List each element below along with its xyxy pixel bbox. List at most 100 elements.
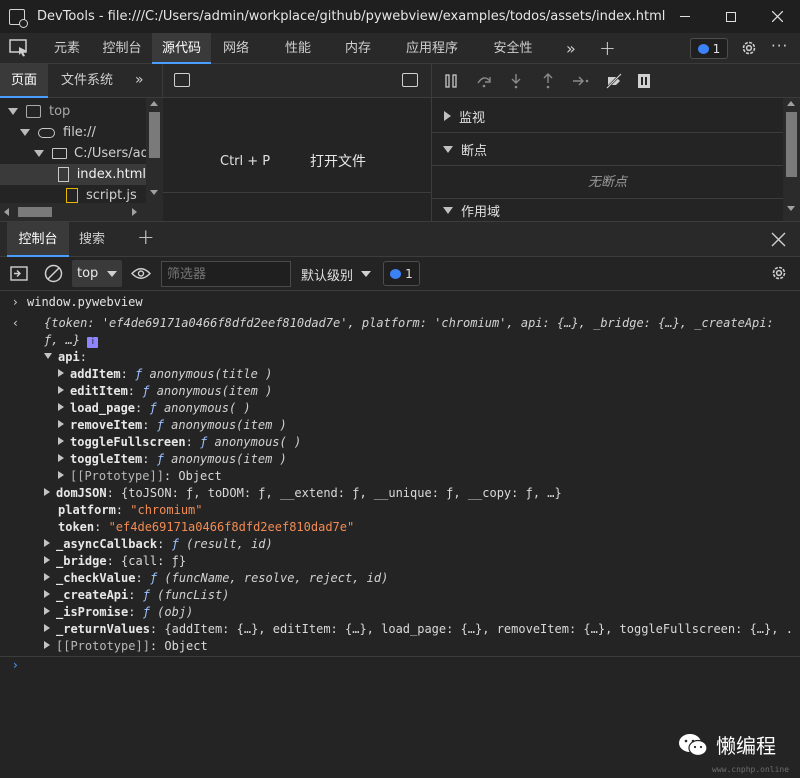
navigator-vertical-scrollbar[interactable] <box>146 98 163 221</box>
drawer-tab-search[interactable]: 搜索 <box>72 222 112 257</box>
command-text: window.pywebview <box>27 295 143 309</box>
breakpoints-section-header[interactable]: 断点 <box>432 133 783 166</box>
tree-item-index-html[interactable]: index.html <box>0 164 146 185</box>
tab-security[interactable]: 安全性 <box>490 33 536 64</box>
tree-item-folder[interactable]: C:/Users/adm <box>34 143 146 164</box>
expanded-arrow-icon <box>443 206 453 214</box>
scope-section-header[interactable]: 作用域 <box>432 199 783 221</box>
scroll-thumb[interactable] <box>18 207 52 217</box>
property-key: domJSON <box>56 486 107 500</box>
dropdown-caret-icon[interactable] <box>361 271 371 277</box>
tree-api[interactable]: api: <box>44 349 87 366</box>
scroll-right-arrow-icon[interactable] <box>132 208 137 216</box>
tree-api-item[interactable]: load_page: ƒ anonymous( ) <box>58 400 251 417</box>
watch-section-header[interactable]: 监视 <box>432 100 783 133</box>
more-navigator-tabs-icon[interactable]: » <box>135 72 144 88</box>
tab-elements[interactable]: 元素 <box>48 33 86 64</box>
scroll-left-arrow-icon[interactable] <box>4 208 9 216</box>
step-over-icon[interactable] <box>476 74 492 88</box>
show-sidebar-icon[interactable] <box>10 266 28 281</box>
step-out-icon[interactable] <box>542 73 554 89</box>
close-drawer-icon[interactable] <box>771 232 786 247</box>
info-icon[interactable]: i <box>87 337 99 348</box>
inspect-element-icon[interactable] <box>9 39 29 57</box>
collapsed-arrow-icon <box>58 420 64 428</box>
console-issues-counter[interactable]: 1 <box>383 261 420 286</box>
section-label: 监视 <box>459 110 486 126</box>
tab-memory[interactable]: 内存 <box>340 33 376 64</box>
minimize-button[interactable] <box>662 0 708 33</box>
pause-icon[interactable] <box>444 74 458 88</box>
tree-item-script-js[interactable]: script.js <box>66 185 137 203</box>
property-key: [[Prototype]] <box>56 639 150 653</box>
tree-api-item[interactable]: toggleFullscreen: ƒ anonymous( ) <box>58 434 301 451</box>
tree-create-api[interactable]: _createApi: ƒ (funcList) <box>44 587 229 604</box>
live-expression-eye-icon[interactable] <box>131 267 151 280</box>
tree-is-promise[interactable]: _isPromise: ƒ (obj) <box>44 604 193 621</box>
tree-api-item[interactable]: removeItem: ƒ anonymous(item ) <box>58 417 287 434</box>
close-window-button[interactable] <box>754 0 800 33</box>
tab-filesystem[interactable]: 文件系统 <box>54 64 120 98</box>
scroll-up-arrow-icon[interactable] <box>787 101 795 106</box>
toggle-navigator-icon[interactable] <box>174 73 190 87</box>
open-file-label[interactable]: 打开文件 <box>310 151 366 171</box>
step-icon[interactable] <box>572 75 590 87</box>
section-label: 作用域 <box>461 204 501 220</box>
tree-item-top[interactable]: top <box>8 101 70 122</box>
add-tab-icon[interactable]: + <box>599 36 616 60</box>
navigator-tab-bar: 页面 文件系统 » <box>0 64 162 98</box>
input-prompt-icon: › <box>13 295 18 309</box>
deactivate-breakpoints-icon[interactable] <box>606 73 622 89</box>
tree-prototype[interactable]: [[Prototype]]: Object <box>44 638 208 655</box>
drawer-tab-console[interactable]: 控制台 <box>7 222 69 257</box>
debugger-scrollbar[interactable] <box>783 98 800 221</box>
scroll-up-arrow-icon[interactable] <box>150 101 158 106</box>
tree-item-file-origin[interactable]: file:// <box>20 122 96 143</box>
pause-on-exceptions-icon[interactable] <box>637 73 651 89</box>
tree-async-callback[interactable]: _asyncCallback: ƒ (result, id) <box>44 536 273 553</box>
tree-api-item[interactable]: editItem: ƒ anonymous(item ) <box>58 383 272 400</box>
tab-performance[interactable]: 性能 <box>280 33 316 64</box>
scroll-thumb[interactable] <box>786 112 797 177</box>
result-summary[interactable]: {token: 'ef4de69171a0466f8dfd2eef810dad7… <box>44 315 774 332</box>
scroll-down-arrow-icon[interactable] <box>787 206 795 211</box>
navigator-horizontal-scrollbar[interactable] <box>0 203 146 221</box>
console-input-prompt-icon[interactable]: › <box>13 658 18 672</box>
tab-sources[interactable]: 源代码 <box>152 33 211 64</box>
summary-key: platform <box>361 316 420 330</box>
property-key: removeItem <box>70 418 143 432</box>
maximize-button[interactable] <box>708 0 754 33</box>
add-drawer-tab-icon[interactable]: + <box>137 225 155 249</box>
step-into-icon[interactable] <box>510 73 522 89</box>
more-tabs-icon[interactable]: » <box>566 39 576 58</box>
tree-api-prototype[interactable]: [[Prototype]]: Object <box>58 468 222 485</box>
javascript-context-select[interactable]: top <box>72 260 122 287</box>
property-value: {call: ƒ} <box>121 554 187 568</box>
more-options-icon[interactable]: ··· <box>771 37 788 55</box>
tab-application[interactable]: 应用程序 <box>402 33 462 64</box>
console-settings-gear-icon[interactable] <box>770 264 788 282</box>
tab-page[interactable]: 页面 <box>0 64 48 98</box>
issues-counter[interactable]: 1 <box>690 38 728 59</box>
log-level-select[interactable]: 默认级别 <box>301 265 353 284</box>
collapsed-arrow-icon <box>44 539 50 547</box>
settings-gear-icon[interactable] <box>740 39 758 57</box>
editor-toolbar <box>163 64 431 98</box>
tree-api-item[interactable]: toggleItem: ƒ anonymous(item ) <box>58 451 287 468</box>
property-key: _asyncCallback <box>56 537 158 551</box>
tab-console[interactable]: 控制台 <box>98 33 146 64</box>
tree-api-item[interactable]: addItem: ƒ anonymous(title ) <box>58 366 272 383</box>
tab-network[interactable]: 网络 <box>218 33 254 64</box>
clear-console-icon[interactable] <box>44 264 63 283</box>
tree-return-values[interactable]: _returnValues: {addItem: {…}, editItem: … <box>44 621 793 638</box>
function-signature: (obj) <box>157 605 194 619</box>
scroll-thumb[interactable] <box>149 112 160 158</box>
scroll-down-arrow-icon[interactable] <box>150 190 158 195</box>
tree-bridge[interactable]: _bridge: {call: ƒ} <box>44 553 186 570</box>
filter-input[interactable] <box>161 261 291 287</box>
tree-item-label: script.js <box>86 188 137 203</box>
toggle-debugger-icon[interactable] <box>402 73 418 87</box>
tree-check-value[interactable]: _checkValue: ƒ (funcName, resolve, rejec… <box>44 570 388 587</box>
tree-domjson[interactable]: domJSON: {toJSON: ƒ, toDOM: ƒ, __extend:… <box>44 485 562 502</box>
tree-item-label: C:/Users/adm <box>74 146 146 161</box>
